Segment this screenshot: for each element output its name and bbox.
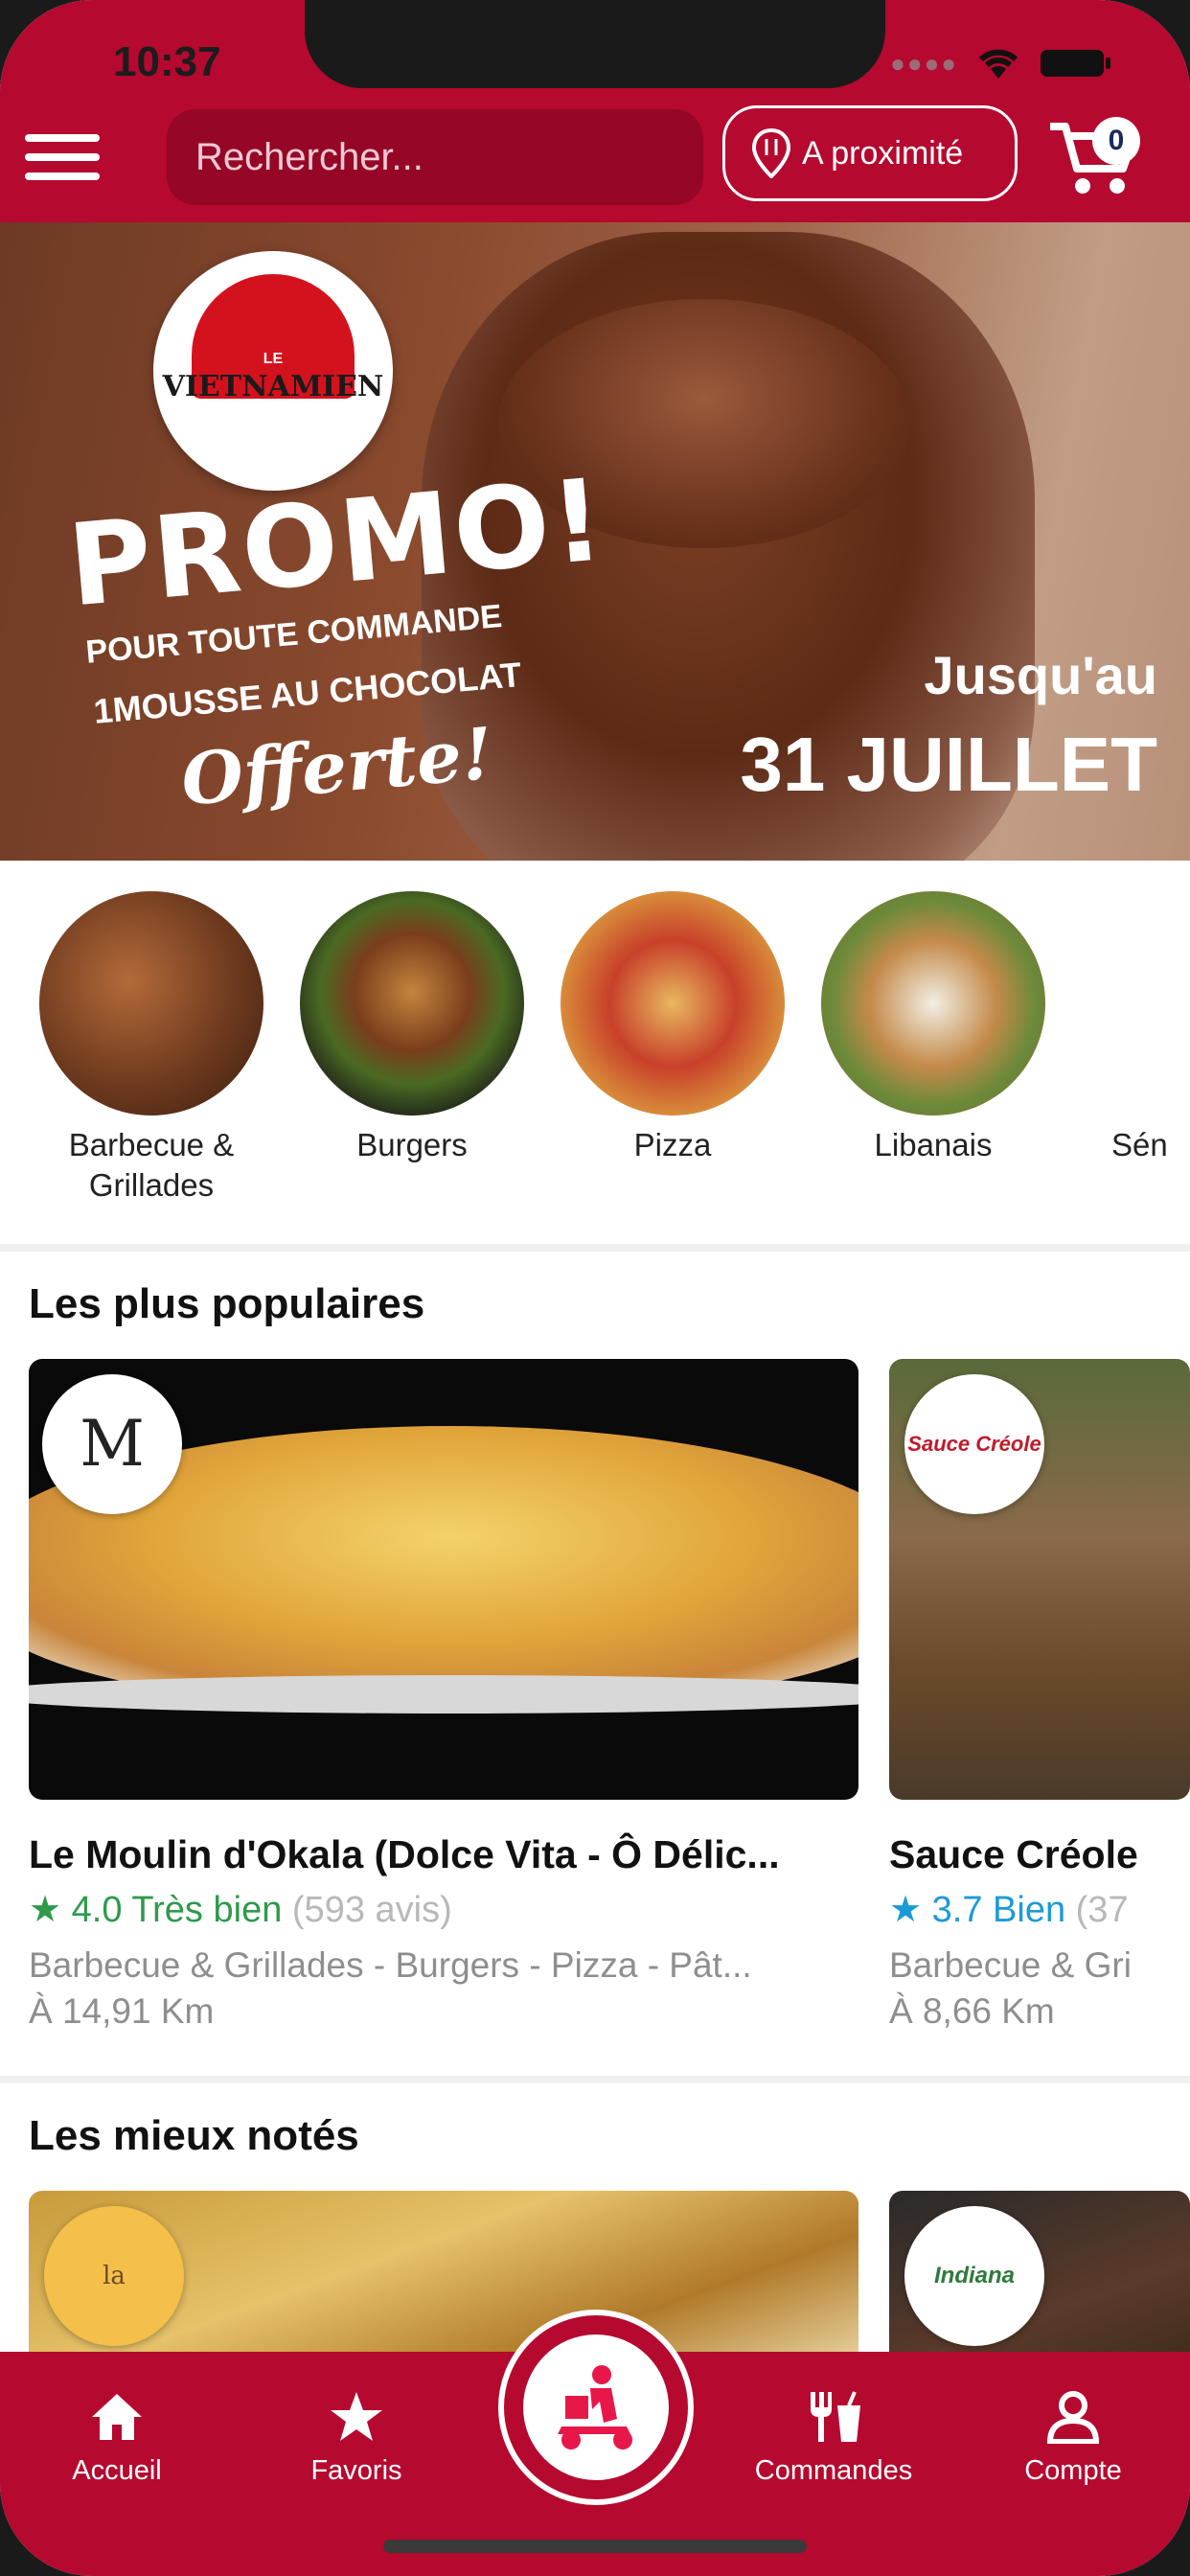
category-partial[interactable]: Sén <box>1064 891 1190 1165</box>
section-divider <box>0 2076 1190 2083</box>
fork-cup-icon <box>811 2391 860 2442</box>
popular-section-title: Les plus populaires <box>29 1280 425 1327</box>
cart-count-badge: 0 <box>1092 117 1140 165</box>
device-notch <box>305 0 885 88</box>
restaurant-name[interactable]: Sauce Créole <box>889 1832 1190 1877</box>
top-rated-section-title: Les mieux notés <box>29 2112 359 2159</box>
nav-home[interactable]: Accueil <box>21 2390 213 2487</box>
category-image <box>821 891 1045 1116</box>
status-icons: ●●●● <box>890 46 1113 80</box>
nearby-label: A proximité <box>802 134 964 172</box>
category-label: Sén <box>1111 1127 1168 1162</box>
rating-label: Très bien <box>131 1890 283 1930</box>
promo-until-label: Jusqu'au <box>924 645 1157 705</box>
restaurant-rating: ★ 3.7 Bien (37 <box>889 1888 1190 1931</box>
brand-name: VIETNAMIEN <box>162 370 384 403</box>
review-count: (37 <box>1075 1890 1129 1930</box>
restaurant-name[interactable]: Le Moulin d'Okala (Dolce Vita - Ô Délic.… <box>29 1832 858 1877</box>
restaurant-card-moulin[interactable]: M <box>29 1359 858 1800</box>
promo-banner[interactable]: LE VIETNAMIEN PROMO! POUR TOUTE COMMANDE… <box>0 222 1190 861</box>
star-icon <box>331 2392 382 2441</box>
restaurant-logo: Indiana <box>904 2206 1044 2346</box>
nav-orders[interactable]: Commandes <box>738 2390 929 2487</box>
category-image <box>39 891 263 1116</box>
top-bar: 10:37 ●●●● Rechercher... A proximité 0 <box>0 0 1190 222</box>
restaurant-categories: Barbecue & Gri <box>889 1945 1132 1985</box>
rating-value: 4.0 <box>71 1890 123 1930</box>
nav-home-label: Accueil <box>72 2455 162 2486</box>
category-burgers[interactable]: Burgers <box>282 891 542 1165</box>
nav-account-label: Compte <box>1024 2455 1122 2486</box>
restaurant-logo: M <box>42 1374 182 1514</box>
category-image <box>300 891 524 1116</box>
brand-prefix: LE <box>263 351 284 367</box>
category-barbecue[interactable]: Barbecue & Grillades <box>21 891 282 1206</box>
restaurant-categories: Barbecue & Grillades - Burgers - Pizza -… <box>29 1945 752 1985</box>
category-label: Burgers <box>356 1127 468 1162</box>
nav-favorites-label: Favoris <box>310 2455 402 2486</box>
user-icon <box>1046 2391 1100 2444</box>
delivery-button[interactable] <box>498 2310 694 2505</box>
review-count: (593 avis) <box>291 1890 452 1930</box>
home-icon <box>92 2394 142 2440</box>
wifi-icon <box>978 49 1018 79</box>
restaurant-card-sauce-creole[interactable]: Sauce Créole <box>889 1359 1190 1800</box>
status-time: 10:37 <box>113 38 221 85</box>
location-pin-icon <box>752 128 790 178</box>
star-icon: ★ <box>29 1890 62 1930</box>
search-input[interactable]: Rechercher... <box>167 109 703 205</box>
rating-label: Bien <box>993 1890 1066 1930</box>
home-indicator <box>383 2540 807 2553</box>
signal-icon: ●●●● <box>890 48 958 78</box>
delivery-scooter-icon <box>558 2365 632 2450</box>
nav-account[interactable]: Compte <box>977 2390 1169 2487</box>
category-pizza[interactable]: Pizza <box>542 891 803 1165</box>
category-label: Libanais <box>874 1127 993 1162</box>
restaurant-distance: À 8,66 Km <box>889 1991 1055 2031</box>
rating-value: 3.7 <box>931 1890 983 1930</box>
category-carousel[interactable]: Barbecue & Grillades Burgers Pizza Liban… <box>0 891 1190 1236</box>
category-libanais[interactable]: Libanais <box>803 891 1064 1165</box>
category-label: Barbecue & Grillades <box>68 1127 235 1203</box>
nav-orders-label: Commandes <box>754 2455 913 2486</box>
promo-until-date: 31 JUILLET <box>740 722 1157 807</box>
menu-button[interactable] <box>25 134 100 188</box>
section-divider <box>0 1244 1190 1252</box>
menu-icon <box>25 134 100 142</box>
nearby-button[interactable]: A proximité <box>722 105 1018 201</box>
star-icon: ★ <box>889 1890 923 1930</box>
category-label: Pizza <box>633 1127 712 1162</box>
category-image <box>561 891 785 1116</box>
restaurant-distance: À 14,91 Km <box>29 1991 215 2031</box>
nav-favorites[interactable]: Favoris <box>261 2390 452 2487</box>
restaurant-logo: Sauce Créole <box>904 1374 1044 1514</box>
vietnamien-logo: LE VIETNAMIEN <box>153 251 393 491</box>
battery-icon <box>1041 50 1110 77</box>
app-screen: 10:37 ●●●● Rechercher... A proximité 0 L… <box>0 0 1190 2576</box>
restaurant-rating: ★ 4.0 Très bien (593 avis) <box>29 1888 858 1931</box>
restaurant-logo: la Crêperie <box>44 2206 184 2346</box>
